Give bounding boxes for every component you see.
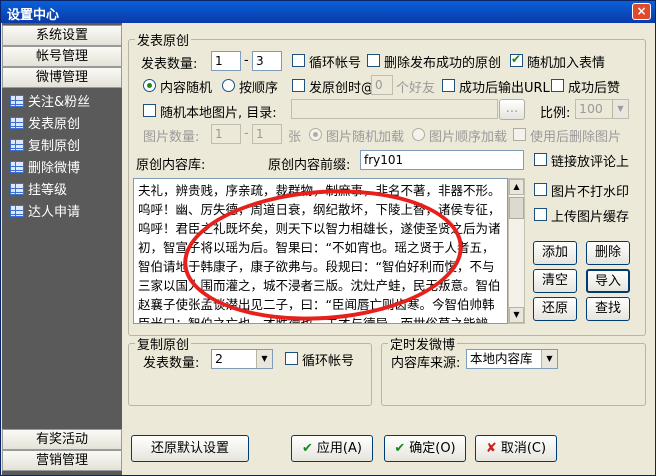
random-emoji-label: 随机加入表情 <box>527 56 606 71</box>
delete-button[interactable]: 删除 <box>586 241 630 265</box>
image-directory-input[interactable] <box>291 99 498 119</box>
ok-button[interactable]: ✔ 确定(O) <box>384 435 466 462</box>
sidebar-weibo-management-button[interactable]: 微博管理 <box>2 67 122 88</box>
sidebar: 系统设置 帐号管理 微博管理 关注&粉丝 发表原创 复制原创 删除微博 挂等级 … <box>2 23 122 475</box>
list-icon <box>10 205 24 217</box>
upload-cache-label: 上传图片缓存 <box>551 210 630 225</box>
chevron-down-icon: ▼ <box>256 350 272 368</box>
find-button[interactable]: 查找 <box>586 297 630 321</box>
at-friends-checkbox[interactable] <box>292 79 305 92</box>
list-icon <box>10 117 24 129</box>
local-image-checkbox[interactable] <box>143 104 156 117</box>
restore-button[interactable]: 还原 <box>533 297 577 321</box>
delete-after-post-label: 删除发布成功的原创 <box>384 56 502 71</box>
copy-loop-account-checkbox[interactable] <box>285 352 298 365</box>
image-unit-label: 张 <box>288 130 302 145</box>
link-in-comment-checkbox[interactable] <box>534 153 547 166</box>
content-scrollbar[interactable]: ▲ ▼ <box>508 178 525 324</box>
local-image-label: 随机本地图片, 目录: <box>160 106 277 121</box>
post-original-legend: 发表原创 <box>137 34 190 49</box>
restore-default-button[interactable]: 还原默认设置 <box>131 435 249 462</box>
check-icon: ✔ <box>302 441 313 456</box>
sidebar-item-expert-apply[interactable]: 达人申请 <box>10 203 80 223</box>
at-friends-label: 发原创时@ <box>309 81 375 96</box>
loop-account-label: 循环帐号 <box>309 56 362 71</box>
copy-count-label: 发表数量: <box>143 356 200 371</box>
post-count-label: 发表数量: <box>141 57 198 72</box>
browse-directory-button[interactable]: ... <box>499 99 525 120</box>
content-prefix-label: 原创内容前缀: <box>268 158 351 173</box>
chevron-down-icon: ▼ <box>541 350 557 368</box>
copy-loop-account-label: 循环帐号 <box>302 354 355 369</box>
sidebar-prize-activity-button[interactable]: 有奖活动 <box>2 429 122 450</box>
check-icon: ✔ <box>394 441 406 456</box>
title-bar[interactable]: 设置中心 × <box>1 1 655 23</box>
image-count-label: 图片数量: <box>143 130 200 145</box>
delete-image-after-checkbox[interactable] <box>513 128 526 141</box>
content-source-dropdown[interactable]: 本地内容库 ▼ <box>466 349 558 369</box>
ratio-label: 比例: <box>540 106 571 121</box>
copy-count-dropdown[interactable]: 2 ▼ <box>211 349 273 369</box>
close-button[interactable]: × <box>632 3 651 20</box>
sidebar-item-copy-original[interactable]: 复制原创 <box>10 137 80 157</box>
delete-after-post-checkbox[interactable] <box>367 54 380 67</box>
like-after-checkbox[interactable] <box>551 79 564 92</box>
delete-image-after-label: 使用后删除图片 <box>530 130 622 145</box>
sidebar-item-post-original[interactable]: 发表原创 <box>10 115 80 135</box>
cancel-button[interactable]: ✘ 取消(C) <box>475 435 557 462</box>
apply-button[interactable]: ✔ 应用(A) <box>291 435 373 462</box>
upload-cache-checkbox[interactable] <box>534 208 547 221</box>
add-button[interactable]: 添加 <box>533 241 577 265</box>
at-friends-count-input[interactable]: 0 <box>371 75 393 95</box>
content-library-label: 原创内容库: <box>136 158 206 173</box>
image-count-dash: - <box>244 126 249 141</box>
copy-original-legend: 复制原创 <box>137 338 190 353</box>
list-icon <box>10 139 24 151</box>
sidebar-system-settings-button[interactable]: 系统设置 <box>2 25 122 46</box>
sidebar-marketing-button[interactable]: 营销管理 <box>2 450 122 471</box>
post-count-from-input[interactable]: 1 <box>211 51 241 71</box>
content-order-label: 按顺序 <box>239 81 279 96</box>
import-button[interactable]: 导入 <box>586 269 630 293</box>
no-watermark-label: 图片不打水印 <box>551 185 630 200</box>
content-random-label: 内容随机 <box>160 81 213 96</box>
sidebar-item-follow-fans[interactable]: 关注&粉丝 <box>10 93 90 113</box>
post-count-to-input[interactable]: 3 <box>252 51 282 71</box>
list-icon <box>10 161 24 173</box>
image-count-from-input[interactable]: 1 <box>211 124 241 144</box>
content-random-radio[interactable] <box>143 79 156 92</box>
scroll-down-icon[interactable]: ▼ <box>509 307 524 323</box>
at-friends-suffix: 个好友 <box>396 81 436 96</box>
no-watermark-checkbox[interactable] <box>534 183 547 196</box>
ratio-dropdown[interactable]: 100 ▼ <box>575 99 629 119</box>
sidebar-account-management-button[interactable]: 帐号管理 <box>2 46 122 67</box>
image-count-to-input[interactable]: 1 <box>252 124 282 144</box>
post-count-dash: - <box>244 53 249 68</box>
content-source-label: 内容库来源: <box>391 356 461 371</box>
link-in-comment-label: 链接放评论上 <box>551 155 630 170</box>
content-order-radio[interactable] <box>222 79 235 92</box>
output-url-label: 成功后输出URL <box>459 81 550 96</box>
loop-account-checkbox[interactable] <box>292 54 305 67</box>
image-order-load-radio[interactable] <box>412 128 425 141</box>
sidebar-item-level[interactable]: 挂等级 <box>10 181 67 201</box>
list-icon <box>10 95 24 107</box>
image-random-load-label: 图片随机加载 <box>326 130 405 145</box>
scroll-up-icon[interactable]: ▲ <box>509 179 524 195</box>
timed-post-legend: 定时发微博 <box>390 338 456 353</box>
list-icon <box>10 183 24 195</box>
window-title: 设置中心 <box>7 8 60 23</box>
random-emoji-checkbox[interactable] <box>510 52 523 67</box>
like-after-label: 成功后赞 <box>568 81 621 96</box>
output-url-checkbox[interactable] <box>442 79 455 92</box>
clear-button[interactable]: 清空 <box>533 269 577 293</box>
close-icon: ✘ <box>485 441 497 456</box>
sidebar-item-delete-weibo[interactable]: 删除微博 <box>10 159 80 179</box>
image-random-load-radio[interactable] <box>309 128 322 141</box>
scroll-thumb[interactable] <box>509 197 524 219</box>
chevron-down-icon: ▼ <box>612 100 628 118</box>
content-prefix-input[interactable]: fry101 <box>360 150 524 170</box>
image-order-load-label: 图片顺序加载 <box>429 130 508 145</box>
